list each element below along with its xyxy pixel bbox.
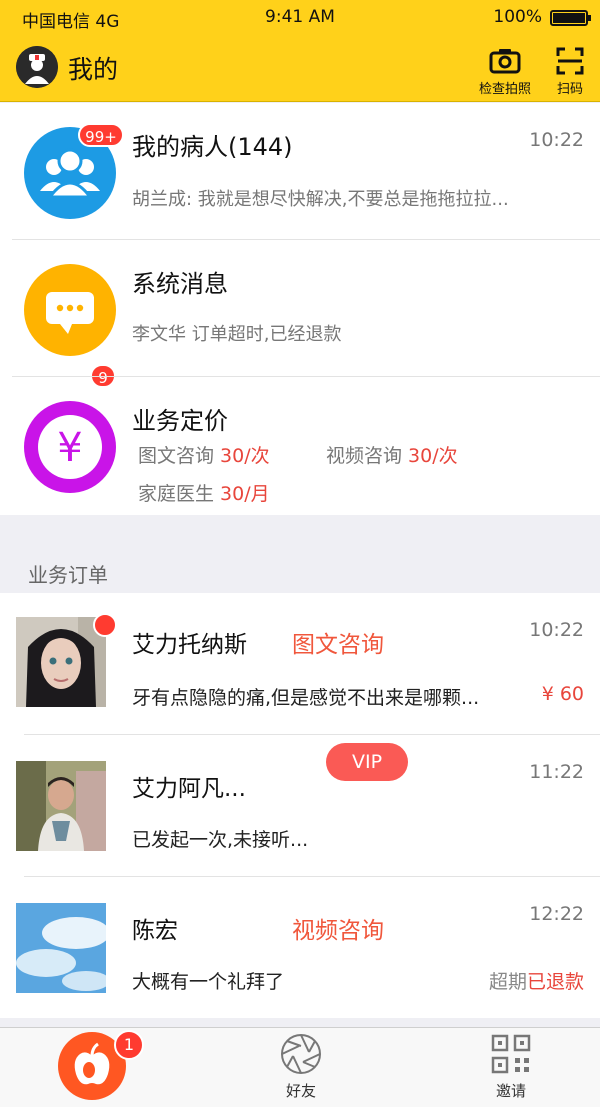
order-time: 12:22 — [529, 903, 584, 925]
price-value: 30/次 — [220, 445, 270, 467]
tab-bar: 1 好友 邀请 — [0, 1027, 600, 1107]
patient-name: 艾力阿凡... — [132, 776, 246, 802]
section-header: 业务订单 — [0, 515, 600, 593]
patients-title: 我的病人(144) — [132, 133, 293, 161]
patient-name: 艾力托纳斯 — [132, 632, 247, 658]
aperture-icon — [281, 1034, 321, 1074]
tab-invite[interactable]: 邀请 — [476, 1032, 546, 1101]
patient-avatar — [16, 617, 106, 707]
top-list: 99+ 我的病人(144) 10:22 胡兰成: 我就是想尽快解决,不要总是拖拖… — [0, 103, 600, 515]
patient-avatar — [16, 903, 106, 993]
message-bubble-icon — [24, 264, 116, 356]
system-title: 系统消息 — [132, 270, 228, 298]
price-label: 视频咨询 — [326, 445, 403, 467]
system-messages-row[interactable]: 9 系统消息 李文华 订单超时,已经退款 — [0, 240, 600, 388]
svg-text:¥: ¥ — [57, 425, 82, 471]
patients-time: 10:22 — [529, 129, 584, 151]
order-time: 11:22 — [529, 761, 584, 783]
orders-list: 艾力托纳斯 图文咨询 10:22 牙有点隐隐的痛,但是感觉不出来是哪颗... ¥… — [0, 593, 600, 1018]
price-item: 视频咨询 30/次 — [326, 441, 458, 468]
order-message: 牙有点隐隐的痛,但是感觉不出来是哪颗... — [132, 687, 480, 709]
scan-button[interactable]: 扫码 — [548, 46, 592, 97]
order-status: 超期已退款 — [489, 967, 584, 994]
patients-badge: 99+ — [78, 123, 124, 147]
tab-friends[interactable]: 好友 — [266, 1032, 336, 1101]
battery-icon — [550, 10, 591, 26]
qr-code-icon — [491, 1034, 531, 1074]
price-value: 30/次 — [408, 445, 458, 467]
status-bar: 中国电信 4G 9:41 AM 100% — [0, 0, 600, 34]
unread-dot — [93, 613, 117, 637]
pricing-row[interactable]: ¥ 业务定价 图文咨询 30/次 视频咨询 30/次 家庭医生 30/月 — [0, 377, 600, 514]
order-row[interactable]: 艾力阿凡... 11:22 已发起一次,未接听... — [0, 735, 600, 877]
section-title: 业务订单 — [28, 563, 108, 587]
price-label: 图文咨询 — [138, 445, 215, 467]
scan-icon — [556, 47, 584, 75]
camera-icon — [489, 49, 521, 74]
patient-name: 陈宏 — [132, 918, 178, 944]
friends-label: 好友 — [285, 1082, 316, 1100]
my-patients-row[interactable]: 99+ 我的病人(144) 10:22 胡兰成: 我就是想尽快解决,不要总是拖拖… — [0, 103, 600, 240]
scan-label: 扫码 — [556, 82, 583, 97]
doctor-avatar-icon[interactable] — [16, 46, 58, 88]
price-label: 家庭医生 — [138, 483, 215, 505]
system-preview: 李文华 订单超时,已经退款 — [132, 324, 342, 345]
page-title: 我的 — [68, 55, 119, 84]
price-item: 图文咨询 30/次 — [138, 441, 270, 468]
patients-preview: 胡兰成: 我就是想尽快解决,不要总是拖拖拉拉... — [132, 189, 509, 210]
status-overdue: 超期 — [488, 971, 527, 993]
order-row[interactable]: 艾力托纳斯 图文咨询 10:22 牙有点隐隐的痛,但是感觉不出来是哪颗... ¥… — [0, 593, 600, 735]
battery-percent: 100% — [493, 7, 542, 27]
order-type: 视频咨询 — [292, 918, 384, 944]
check-photo-button[interactable]: 检查拍照 — [474, 46, 536, 97]
status-refunded: 已退款 — [526, 971, 584, 993]
nav-bar: 我的 检查拍照 扫码 — [0, 34, 600, 102]
patient-avatar — [16, 761, 106, 851]
invite-label: 邀请 — [495, 1082, 526, 1100]
home-badge: 1 — [114, 1030, 144, 1060]
order-time: 10:22 — [529, 619, 584, 641]
vip-badge: VIP — [326, 743, 408, 781]
price-item: 家庭医生 30/月 — [138, 479, 270, 506]
order-type: 图文咨询 — [292, 632, 384, 658]
order-message: 大概有一个礼拜了 — [132, 971, 285, 993]
order-message: 已发起一次,未接听... — [132, 829, 309, 851]
order-row[interactable]: 陈宏 视频咨询 12:22 大概有一个礼拜了 超期已退款 — [0, 877, 600, 1019]
price-value: 30/月 — [220, 483, 270, 505]
yuan-icon: ¥ — [24, 401, 116, 493]
pricing-title: 业务定价 — [132, 407, 228, 435]
order-price: ¥ 60 — [541, 683, 584, 705]
check-photo-label: 检查拍照 — [478, 82, 531, 97]
